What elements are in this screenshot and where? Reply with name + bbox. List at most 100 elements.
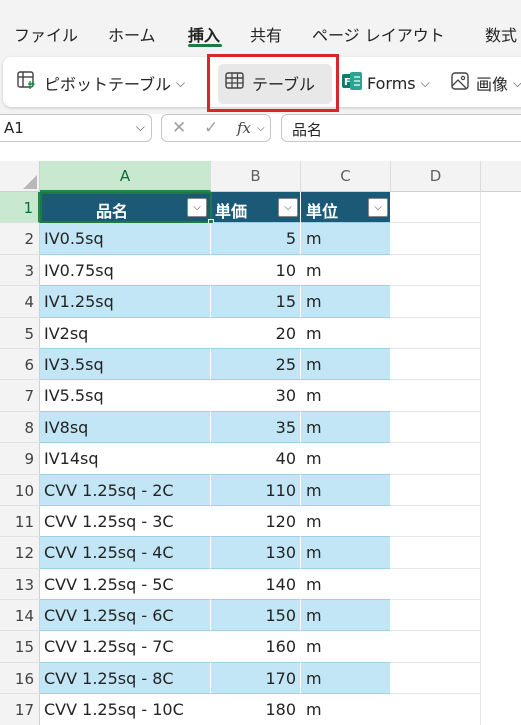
table-cell[interactable]: [391, 600, 481, 632]
table-cell[interactable]: CVV 1.25sq - 8C: [40, 662, 211, 695]
table-cell[interactable]: 150: [211, 600, 301, 632]
tab-page-layout[interactable]: ページ レイアウト: [312, 22, 445, 46]
column-header-a[interactable]: A: [40, 161, 211, 192]
chevron-down-icon[interactable]: ⌵: [513, 76, 521, 91]
table-cell[interactable]: m: [301, 474, 391, 506]
tab-file[interactable]: ファイル: [14, 22, 78, 46]
table-cell[interactable]: 5: [211, 223, 301, 255]
table-cell[interactable]: m: [301, 223, 391, 255]
table-cell[interactable]: CVV 1.25sq - 10C: [40, 694, 211, 725]
name-box[interactable]: A1 ⌵: [0, 114, 152, 142]
row-header[interactable]: 17: [0, 694, 40, 725]
table-cell[interactable]: IV0.5sq: [40, 223, 211, 255]
table-cell[interactable]: IV14sq: [40, 443, 211, 475]
row-header[interactable]: 9: [0, 443, 40, 475]
chevron-down-icon[interactable]: ⌵: [136, 120, 145, 135]
tab-insert[interactable]: 挿入: [188, 22, 220, 46]
table-header-cell[interactable]: 単位 ⌵: [301, 192, 391, 224]
row-header[interactable]: 15: [0, 631, 40, 663]
row-header[interactable]: 3: [0, 254, 40, 287]
row-header[interactable]: 10: [0, 474, 40, 506]
table-cell[interactable]: [391, 254, 481, 287]
table-cell[interactable]: 140: [211, 568, 301, 601]
tab-home[interactable]: ホーム: [108, 22, 156, 46]
table-cell[interactable]: [391, 286, 481, 318]
table-cell[interactable]: [391, 505, 481, 538]
table-cell[interactable]: 180: [211, 694, 301, 725]
table-cell[interactable]: m: [301, 443, 391, 475]
table-cell[interactable]: [391, 192, 481, 224]
table-cell[interactable]: [391, 223, 481, 255]
table-cell[interactable]: 35: [211, 411, 301, 444]
row-header[interactable]: 1: [0, 192, 40, 224]
table-cell[interactable]: [391, 380, 481, 412]
insert-function-icon[interactable]: fx: [237, 119, 251, 137]
column-header-d[interactable]: D: [391, 161, 481, 192]
table-cell[interactable]: CVV 1.25sq - 3C: [40, 505, 211, 538]
table-cell[interactable]: IV0.75sq: [40, 254, 211, 287]
table-cell[interactable]: IV2sq: [40, 317, 211, 349]
table-cell[interactable]: IV8sq: [40, 411, 211, 444]
table-cell[interactable]: m: [301, 380, 391, 412]
row-header[interactable]: 7: [0, 380, 40, 412]
table-cell[interactable]: m: [301, 694, 391, 725]
row-header[interactable]: 12: [0, 537, 40, 569]
row-header[interactable]: 2: [0, 223, 40, 255]
table-cell[interactable]: CVV 1.25sq - 4C: [40, 537, 211, 569]
table-cell[interactable]: 25: [211, 348, 301, 381]
table-cell[interactable]: m: [301, 631, 391, 663]
row-header[interactable]: 11: [0, 505, 40, 538]
table-cell[interactable]: 10: [211, 254, 301, 287]
tab-formulas[interactable]: 数式: [485, 22, 517, 46]
column-header-c[interactable]: C: [301, 161, 391, 192]
filter-dropdown-icon[interactable]: ⌵: [278, 198, 298, 217]
table-cell[interactable]: [391, 474, 481, 506]
tab-share[interactable]: 共有: [250, 22, 282, 46]
table-cell[interactable]: [391, 662, 481, 695]
row-header[interactable]: 5: [0, 317, 40, 349]
table-cell[interactable]: [391, 694, 481, 725]
row-header[interactable]: 6: [0, 348, 40, 381]
table-cell[interactable]: 160: [211, 631, 301, 663]
table-header-cell[interactable]: 品名 ⌵: [40, 192, 211, 224]
table-cell[interactable]: [391, 631, 481, 663]
column-header-b[interactable]: B: [211, 161, 301, 192]
table-cell[interactable]: m: [301, 600, 391, 632]
row-header[interactable]: 13: [0, 568, 40, 601]
row-header[interactable]: 8: [0, 411, 40, 444]
table-cell[interactable]: 20: [211, 317, 301, 349]
select-all-corner[interactable]: [0, 161, 40, 192]
table-cell[interactable]: m: [301, 286, 391, 318]
chevron-down-icon[interactable]: ⌵: [257, 123, 265, 134]
table-cell[interactable]: m: [301, 662, 391, 695]
table-cell[interactable]: CVV 1.25sq - 6C: [40, 600, 211, 632]
table-cell[interactable]: [391, 568, 481, 601]
table-cell[interactable]: 110: [211, 474, 301, 506]
table-cell[interactable]: m: [301, 568, 391, 601]
table-cell[interactable]: 130: [211, 537, 301, 569]
table-cell[interactable]: 120: [211, 505, 301, 538]
table-cell[interactable]: m: [301, 254, 391, 287]
table-cell[interactable]: m: [301, 317, 391, 349]
table-cell[interactable]: IV5.5sq: [40, 380, 211, 412]
pivot-table-button[interactable]: ピボットテーブル ⌵: [16, 70, 185, 96]
table-cell[interactable]: [391, 443, 481, 475]
filter-dropdown-icon[interactable]: ⌵: [187, 198, 207, 217]
formula-input[interactable]: 品名: [281, 114, 521, 142]
column-header-e[interactable]: [481, 161, 521, 192]
table-cell[interactable]: CVV 1.25sq - 7C: [40, 631, 211, 663]
table-cell[interactable]: IV1.25sq: [40, 286, 211, 318]
table-cell[interactable]: [391, 317, 481, 349]
forms-button[interactable]: F Forms ⌵: [341, 70, 430, 96]
table-cell[interactable]: CVV 1.25sq - 5C: [40, 568, 211, 601]
table-cell[interactable]: 30: [211, 380, 301, 412]
row-header[interactable]: 14: [0, 600, 40, 632]
table-cell[interactable]: 170: [211, 662, 301, 695]
cancel-icon[interactable]: ✕: [172, 118, 186, 138]
table-cell[interactable]: m: [301, 348, 391, 381]
row-header[interactable]: 4: [0, 286, 40, 318]
table-cell[interactable]: m: [301, 411, 391, 444]
image-button[interactable]: 画像 ⌵: [450, 70, 521, 96]
chevron-down-icon[interactable]: ⌵: [176, 76, 185, 91]
filter-dropdown-icon[interactable]: ⌵: [368, 198, 388, 217]
